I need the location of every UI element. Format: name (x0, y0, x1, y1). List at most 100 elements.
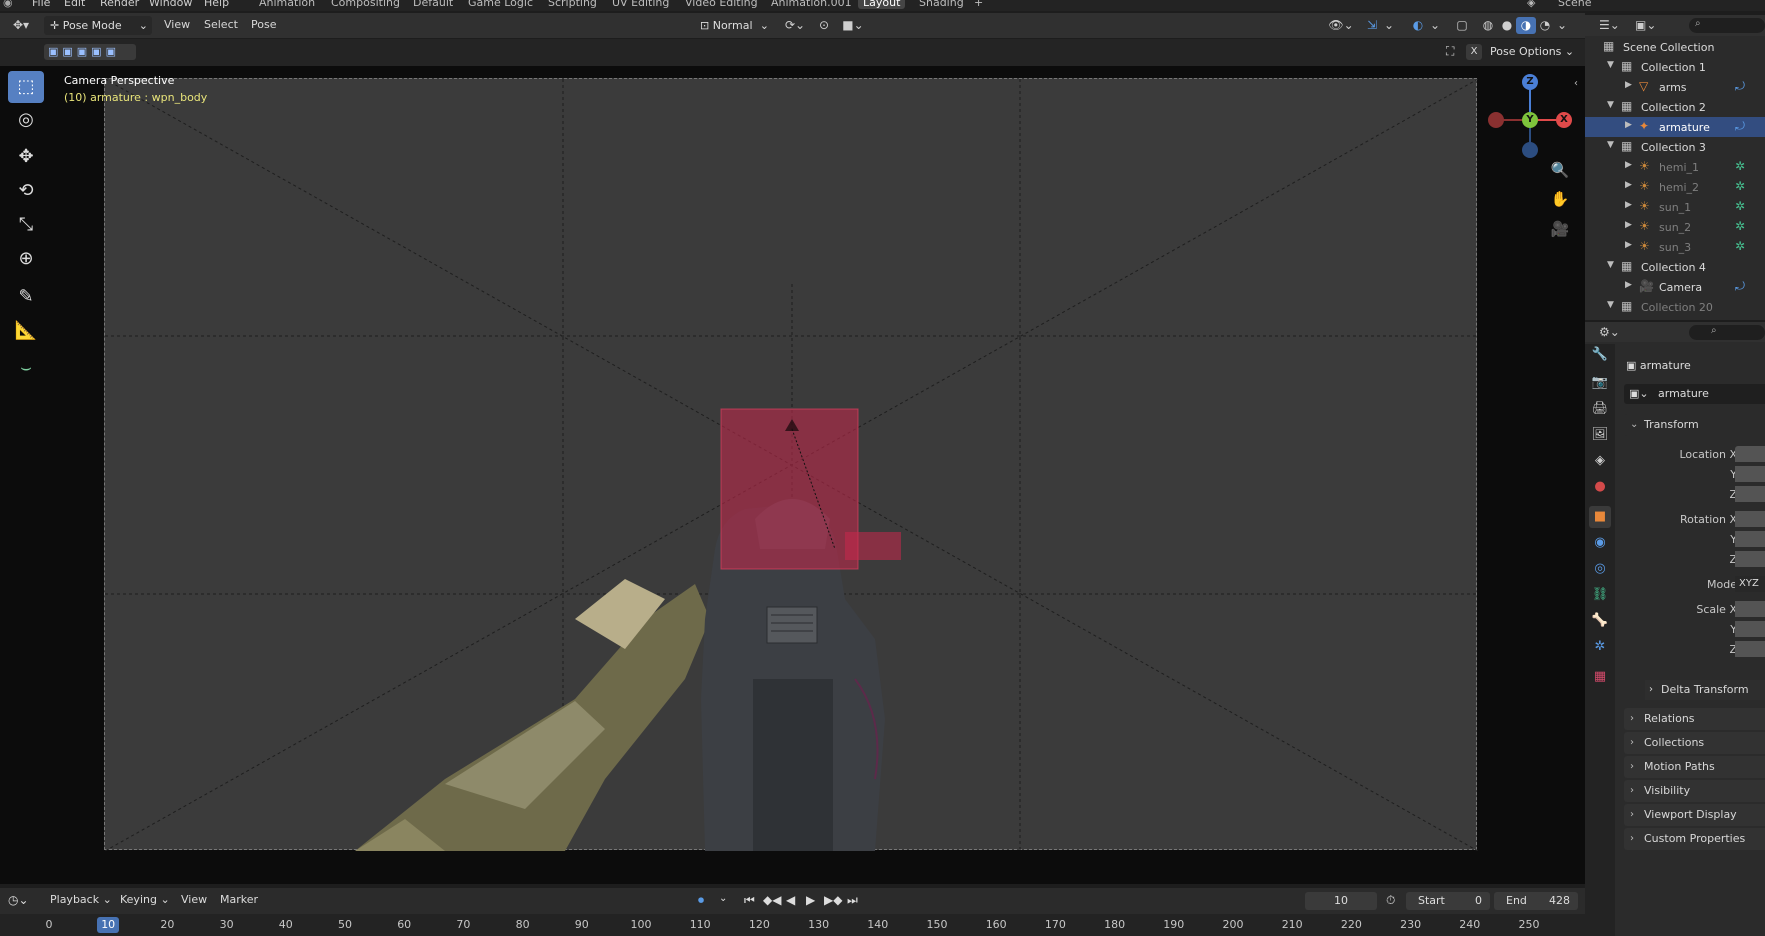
overlay-toggle-icon[interactable]: ◐ (1408, 17, 1428, 34)
zoom-icon[interactable]: 🔍 (1549, 159, 1571, 181)
workspace-tab-shading[interactable]: Shading (919, 0, 964, 9)
jump-end-icon[interactable]: ⏭ (847, 893, 858, 908)
workspace-tab-layout[interactable]: Layout (858, 0, 906, 9)
properties-panel-motion-paths[interactable]: › Motion Paths (1624, 756, 1765, 778)
workspace-tab-video-editing[interactable]: Video Editing (685, 0, 758, 9)
outliner-search-icon[interactable]: ⌕ (1689, 18, 1765, 33)
properties-search-icon[interactable]: ⌕ (1689, 325, 1765, 340)
camera-view-icon[interactable]: 🎥 (1549, 218, 1571, 240)
scale-tool-icon[interactable]: ⤡ (8, 209, 44, 241)
outliner-filter-icon[interactable]: ▣⌄ (1635, 18, 1656, 32)
workspace-tab-animation-001[interactable]: Animation.001 (771, 0, 852, 9)
workspace-tab-game-logic[interactable]: Game Logic (468, 0, 533, 9)
menu-playback[interactable]: Playback ⌄ (50, 893, 112, 906)
properties-panel-collections[interactable]: › Collections (1624, 732, 1765, 754)
chevron-down-icon[interactable]: ⌄ (719, 893, 727, 904)
move-tool-icon[interactable]: ✥ (8, 141, 44, 173)
view-layer-icon[interactable]: 🖼 (1589, 424, 1611, 446)
chevron-down-icon[interactable]: ⌄ (1428, 17, 1442, 34)
scene-name[interactable]: Scene (1558, 0, 1592, 9)
material-shading-icon[interactable]: ◑ (1516, 17, 1536, 34)
transform-affect-icon[interactable]: ⛶ (1446, 44, 1454, 59)
collapse-arrow-icon[interactable]: ▶ (1625, 80, 1632, 90)
menu-select[interactable]: Select (204, 18, 238, 31)
collapse-arrow-icon[interactable]: ▶ (1625, 200, 1632, 210)
menu-help[interactable]: Help (204, 0, 229, 9)
gizmo-x-axis[interactable]: X (1556, 112, 1572, 128)
gizmo-neg-z-axis[interactable] (1522, 142, 1538, 158)
collapse-arrow-icon[interactable]: ▶ (1625, 180, 1632, 190)
object-constraint-icon[interactable]: ⛓ (1589, 584, 1611, 606)
rotation-x-field[interactable] (1735, 511, 1765, 527)
outliner-row[interactable]: ▶ ☀ hemi_1 ✲ (1585, 157, 1765, 177)
proportional-edit-icon[interactable]: ■⌄ (838, 17, 868, 34)
properties-panel-visibility[interactable]: › Visibility (1624, 780, 1765, 802)
next-keyframe-icon[interactable]: ▶◆ (824, 893, 842, 907)
object-datablock-field[interactable]: ▣⌄ armature (1624, 384, 1765, 404)
gizmo-neg-x-axis[interactable] (1488, 112, 1504, 128)
pose-relax-tool-icon[interactable]: ⌣ (8, 352, 44, 384)
blender-logo-icon[interactable]: ◉ (3, 0, 13, 9)
delta-transform-panel[interactable]: › Delta Transform (1645, 680, 1765, 700)
rotate-tool-icon[interactable]: ⟲ (8, 175, 44, 207)
end-frame-field[interactable]: End 428 (1494, 892, 1578, 910)
pose-options-dropdown[interactable]: Pose Options ⌄ (1490, 45, 1574, 58)
menu-render[interactable]: Render (100, 0, 139, 9)
texture-properties-icon[interactable]: ▦ (1589, 666, 1611, 688)
transform-tool-icon[interactable]: ⊕ (8, 243, 44, 275)
add-workspace-button[interactable]: + (974, 0, 983, 9)
menu-keying[interactable]: Keying ⌄ (120, 893, 170, 906)
constraint-icon[interactable]: ⤾ (1735, 79, 1745, 94)
light-data-icon[interactable]: ✲ (1735, 159, 1745, 173)
gizmo-y-axis[interactable]: Y (1522, 112, 1538, 128)
outliner-row[interactable]: ▦ Scene Collection (1585, 37, 1765, 57)
pivot-point-icon[interactable]: ⟳⌄ (780, 17, 810, 34)
outliner-row[interactable]: ▼ ▦ Collection 3 (1585, 137, 1765, 157)
current-frame-field[interactable]: 10 (1305, 892, 1377, 910)
outliner-row[interactable]: ▶ ☀ sun_1 ✲ (1585, 197, 1765, 217)
menu-pose[interactable]: Pose (251, 18, 276, 31)
menu-view[interactable]: View (164, 18, 190, 31)
collapse-arrow-icon[interactable]: ▶ (1625, 220, 1632, 230)
expand-arrow-icon[interactable]: ▼ (1607, 260, 1614, 270)
chevron-down-icon[interactable]: ⌄ (1555, 17, 1569, 34)
menu-edit[interactable]: Edit (64, 0, 85, 9)
constraint-icon[interactable]: ⤾ (1735, 279, 1745, 294)
chevron-down-icon[interactable]: ⌄ (1382, 17, 1396, 34)
scene-properties-icon[interactable]: ◈ (1589, 450, 1611, 472)
tool-properties-icon[interactable]: 🔧 (1589, 344, 1611, 366)
editor-type-icon[interactable]: ✥▾ (8, 17, 34, 34)
menu-window[interactable]: Window (149, 0, 192, 9)
measure-tool-icon[interactable]: 📐 (8, 315, 44, 347)
expand-arrow-icon[interactable]: ▼ (1607, 300, 1614, 310)
expand-arrow-icon[interactable]: ▼ (1607, 60, 1614, 70)
rotation-mode-dropdown[interactable]: XYZ (1735, 576, 1765, 592)
location-z-field[interactable] (1735, 486, 1765, 502)
light-data-icon[interactable]: ✲ (1735, 219, 1745, 233)
expand-arrow-icon[interactable]: ▼ (1607, 100, 1614, 110)
scale-y-field[interactable] (1735, 621, 1765, 637)
physics-properties-icon[interactable]: ◎ (1589, 558, 1611, 580)
collapse-arrow-icon[interactable]: ▶ (1625, 280, 1632, 290)
workspace-tab-default[interactable]: Default (413, 0, 453, 9)
xray-icon[interactable]: ▢ (1452, 17, 1472, 34)
rendered-shading-icon[interactable]: ◔ (1535, 17, 1555, 34)
timeline-ruler[interactable]: 0 10 20 30 40 50 60 70 80 90 100 110 120 130 140 150 160… (0, 914, 1585, 936)
light-data-icon[interactable]: ✲ (1735, 239, 1745, 253)
cursor-tool-icon[interactable]: ◎ (8, 104, 44, 136)
outliner-row[interactable]: ▶ ☀ hemi_2 ✲ (1585, 177, 1765, 197)
object-properties-icon[interactable]: ■ (1589, 506, 1611, 528)
outliner-row[interactable]: ▶ ☀ sun_3 ✲ (1585, 237, 1765, 257)
location-y-field[interactable] (1735, 466, 1765, 482)
jump-start-icon[interactable]: ⏮ (744, 893, 755, 908)
visibility-icon[interactable]: 👁⌄ (1326, 17, 1356, 34)
outliner-row[interactable]: ▼ ▦ Collection 2 (1585, 97, 1765, 117)
gizmo-z-axis[interactable]: Z (1522, 74, 1538, 90)
solid-shading-icon[interactable]: ● (1497, 17, 1517, 34)
workspace-tab-scripting[interactable]: Scripting (548, 0, 597, 9)
outliner-row[interactable]: ▼ ▦ Collection 4 (1585, 257, 1765, 277)
outliner-display-mode-icon[interactable]: ☰⌄ (1599, 18, 1620, 32)
snap-icon[interactable]: ⊙ (814, 17, 834, 34)
rotation-y-field[interactable] (1735, 531, 1765, 547)
outliner-row[interactable]: ▼ ▦ Collection 20 (1585, 297, 1765, 317)
